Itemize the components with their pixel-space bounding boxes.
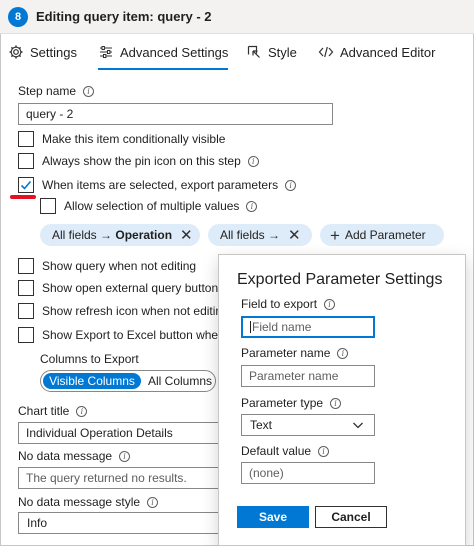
close-icon[interactable]: ✕	[288, 228, 301, 243]
all-columns-option[interactable]: All Columns	[145, 373, 215, 389]
step-name-input[interactable]: query - 2	[18, 103, 333, 125]
show-query-checkbox[interactable]	[18, 258, 34, 274]
popup-title: Exported Parameter Settings	[237, 271, 443, 288]
info-icon[interactable]: i	[285, 179, 297, 191]
export-excel-label: Show Export to Excel button when	[42, 328, 225, 342]
plus-icon: +	[330, 225, 340, 245]
tab-advanced-editor-label: Advanced Editor	[340, 44, 436, 60]
multiple-values-checkbox[interactable]	[40, 198, 56, 214]
pill-operation-prefix: All fields →	[52, 228, 116, 242]
parameter-pill-all-fields[interactable]: All fields → ✕	[208, 224, 312, 246]
red-annotation-mark	[10, 195, 36, 199]
tab-settings[interactable]: Settings	[8, 40, 77, 64]
active-tab-indicator	[98, 68, 229, 70]
show-query-checkbox-row[interactable]: Show query when not editing	[18, 257, 196, 275]
info-icon[interactable]: i	[76, 405, 88, 417]
columns-to-export-label: Columns to Export	[40, 352, 139, 366]
info-icon[interactable]: i	[246, 200, 258, 212]
text-caret	[250, 321, 251, 333]
field-to-export-placeholder: Field name	[252, 320, 312, 334]
gear-icon	[8, 44, 24, 60]
chart-title-label-text: Chart title	[18, 404, 70, 418]
pin-icon-checkbox[interactable]	[18, 153, 34, 169]
open-external-checkbox-row[interactable]: Show open external query button	[18, 279, 218, 297]
tab-settings-label: Settings	[30, 44, 77, 60]
field-to-export-input[interactable]: Field name	[241, 316, 375, 338]
code-icon	[318, 44, 334, 60]
info-icon[interactable]: i	[318, 445, 330, 457]
no-data-style-value: Info	[27, 516, 48, 530]
tab-advanced-settings[interactable]: Advanced Settings	[98, 40, 229, 70]
info-icon[interactable]: i	[83, 85, 95, 97]
visible-columns-option[interactable]: Visible Columns	[43, 373, 141, 389]
no-data-message-label: No data message i	[18, 449, 131, 463]
parameter-type-value: Text	[250, 418, 273, 432]
default-value-label-text: Default value	[241, 444, 312, 458]
no-data-style-label: No data message style i	[18, 495, 159, 509]
default-value-label: Default value i	[241, 444, 330, 458]
no-data-message-label-text: No data message	[18, 449, 113, 463]
parameter-name-input[interactable]: Parameter name	[241, 365, 375, 387]
info-icon[interactable]: i	[324, 298, 336, 310]
parameter-type-label-text: Parameter type	[241, 396, 324, 410]
conditionally-visible-checkbox-row[interactable]: Make this item conditionally visible	[18, 130, 225, 148]
conditionally-visible-checkbox[interactable]	[18, 131, 34, 147]
cancel-button[interactable]: Cancel	[315, 506, 387, 528]
add-parameter-label: Add Parameter	[344, 228, 426, 242]
tab-style-label: Style	[268, 44, 297, 60]
info-icon[interactable]: i	[147, 496, 159, 508]
export-excel-checkbox[interactable]	[18, 327, 34, 343]
refresh-icon-label: Show refresh icon when not editin	[42, 304, 223, 318]
pin-icon-label: Always show the pin icon on this step	[42, 154, 241, 168]
tab-advanced-settings-label: Advanced Settings	[120, 44, 229, 60]
parameter-name-label-text: Parameter name	[241, 346, 331, 360]
title-bar: 8 Editing query item: query - 2	[0, 0, 474, 34]
chevron-down-icon	[353, 422, 363, 429]
step-name-label: Step name i	[18, 84, 95, 98]
tab-bar: Settings Advanced Settings Style Advance…	[0, 34, 474, 70]
checkmark-icon	[20, 180, 32, 190]
default-value-input[interactable]: (none)	[241, 462, 375, 484]
chart-title-label: Chart title i	[18, 404, 88, 418]
info-icon[interactable]: i	[330, 397, 342, 409]
open-external-checkbox[interactable]	[18, 280, 34, 296]
export-parameters-label: When items are selected, export paramete…	[42, 178, 279, 192]
info-icon[interactable]: i	[247, 155, 259, 167]
info-icon[interactable]: i	[337, 347, 349, 359]
step-number-badge: 8	[8, 7, 28, 27]
parameter-type-dropdown[interactable]: Text	[241, 414, 375, 436]
columns-to-export-toggle[interactable]: Visible Columns All Columns	[40, 370, 216, 392]
show-query-label: Show query when not editing	[42, 259, 197, 273]
pin-icon-checkbox-row[interactable]: Always show the pin icon on this step i	[18, 152, 259, 170]
style-icon	[246, 44, 262, 60]
pill-all-fields-label: All fields →	[220, 228, 281, 242]
save-button[interactable]: Save	[237, 506, 309, 528]
tab-advanced-editor[interactable]: Advanced Editor	[318, 40, 435, 64]
info-icon[interactable]: i	[119, 450, 131, 462]
sliders-icon	[98, 44, 114, 60]
refresh-icon-checkbox-row[interactable]: Show refresh icon when not editin	[18, 302, 222, 320]
multiple-values-label: Allow selection of multiple values	[64, 199, 240, 213]
exported-parameter-settings-popup: Exported Parameter Settings Field to exp…	[218, 254, 466, 546]
step-name-label-text: Step name	[18, 84, 77, 98]
pill-operation-field: Operation	[115, 228, 173, 242]
tab-style[interactable]: Style	[246, 40, 297, 64]
export-parameters-checkbox-row[interactable]: When items are selected, export paramete…	[18, 176, 297, 194]
parameter-type-label: Parameter type i	[241, 396, 342, 410]
refresh-icon-checkbox[interactable]	[18, 303, 34, 319]
close-icon[interactable]: ✕	[180, 228, 193, 243]
conditionally-visible-label: Make this item conditionally visible	[42, 132, 226, 146]
export-excel-checkbox-row[interactable]: Show Export to Excel button when	[18, 326, 225, 344]
window-title: Editing query item: query - 2	[36, 9, 212, 24]
parameter-pill-operation[interactable]: All fields → Operation ✕	[40, 224, 200, 246]
parameter-name-label: Parameter name i	[241, 346, 349, 360]
multiple-values-checkbox-row[interactable]: Allow selection of multiple values i	[40, 197, 258, 215]
open-external-label: Show open external query button	[42, 281, 219, 295]
add-parameter-button[interactable]: + Add Parameter	[320, 224, 444, 246]
field-to-export-label-text: Field to export	[241, 297, 318, 311]
export-parameters-checkbox[interactable]	[18, 177, 34, 193]
no-data-style-label-text: No data message style	[18, 495, 141, 509]
field-to-export-label: Field to export i	[241, 297, 336, 311]
